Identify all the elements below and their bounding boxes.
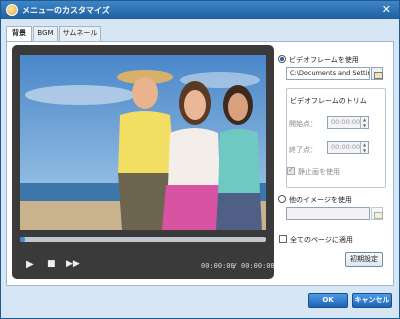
play-button[interactable]: ▶: [26, 259, 34, 270]
beach-photo-image: [20, 55, 266, 230]
end-time-value: 00:00:00: [331, 143, 361, 151]
dialog-window: メニューのカスタマイズ ✕ 背景 BGM サムネール ▶ ■ ▶▶ 00:00:…: [0, 0, 400, 319]
start-time-stepper[interactable]: 00:00:00 ▲ ▼: [327, 116, 369, 129]
start-label: 開始点：: [289, 120, 317, 128]
video-path-field[interactable]: C:\Documents and Settings\: [286, 67, 370, 80]
end-label: 終了点：: [289, 146, 317, 154]
chevron-down-icon[interactable]: ▼: [360, 123, 368, 129]
progress-bar[interactable]: [20, 237, 266, 242]
tab-bgm[interactable]: BGM: [33, 26, 58, 41]
stop-button[interactable]: ■: [47, 259, 56, 269]
use-video-frame-radio[interactable]: [278, 55, 286, 63]
chevron-down-icon[interactable]: ▼: [360, 148, 368, 154]
preview-image: [20, 55, 266, 230]
window-title: メニューのカスタマイズ: [22, 6, 110, 15]
tab-background[interactable]: 背景: [6, 26, 32, 42]
title-bar: メニューのカスタマイズ ✕: [1, 1, 399, 19]
apply-all-pages-label: 全てのページに適用: [290, 236, 353, 244]
close-button[interactable]: ✕: [382, 3, 391, 16]
next-button[interactable]: ▶▶: [66, 259, 80, 269]
cancel-button[interactable]: キャンセル: [352, 293, 392, 308]
reset-button[interactable]: 初期設定: [345, 252, 383, 267]
use-still-checkbox[interactable]: [287, 166, 295, 175]
time-separator: /: [233, 262, 238, 270]
trim-group-label: ビデオフレームのトリム: [290, 97, 367, 105]
progress-fill: [20, 237, 25, 242]
use-video-frame-label: ビデオフレームを使用: [289, 56, 359, 64]
end-time-stepper[interactable]: 00:00:00 ▲ ▼: [327, 141, 369, 154]
use-other-image-radio[interactable]: [278, 195, 286, 203]
start-time-value: 00:00:00: [331, 118, 361, 126]
use-still-label: 静止画を使用: [298, 168, 340, 176]
other-image-path-field[interactable]: [286, 207, 370, 220]
ok-button[interactable]: OK: [308, 293, 348, 308]
total-time: 00:00:00: [241, 262, 275, 270]
folder-browse-icon[interactable]: [371, 207, 383, 220]
apply-all-pages-checkbox[interactable]: [279, 235, 287, 243]
folder-browse-icon[interactable]: [371, 67, 383, 80]
current-time: 00:00:00: [201, 262, 235, 270]
use-other-image-label: 他のイメージを使用: [289, 196, 352, 204]
tab-thumbnail[interactable]: サムネール: [59, 26, 101, 41]
app-icon: [6, 4, 18, 16]
